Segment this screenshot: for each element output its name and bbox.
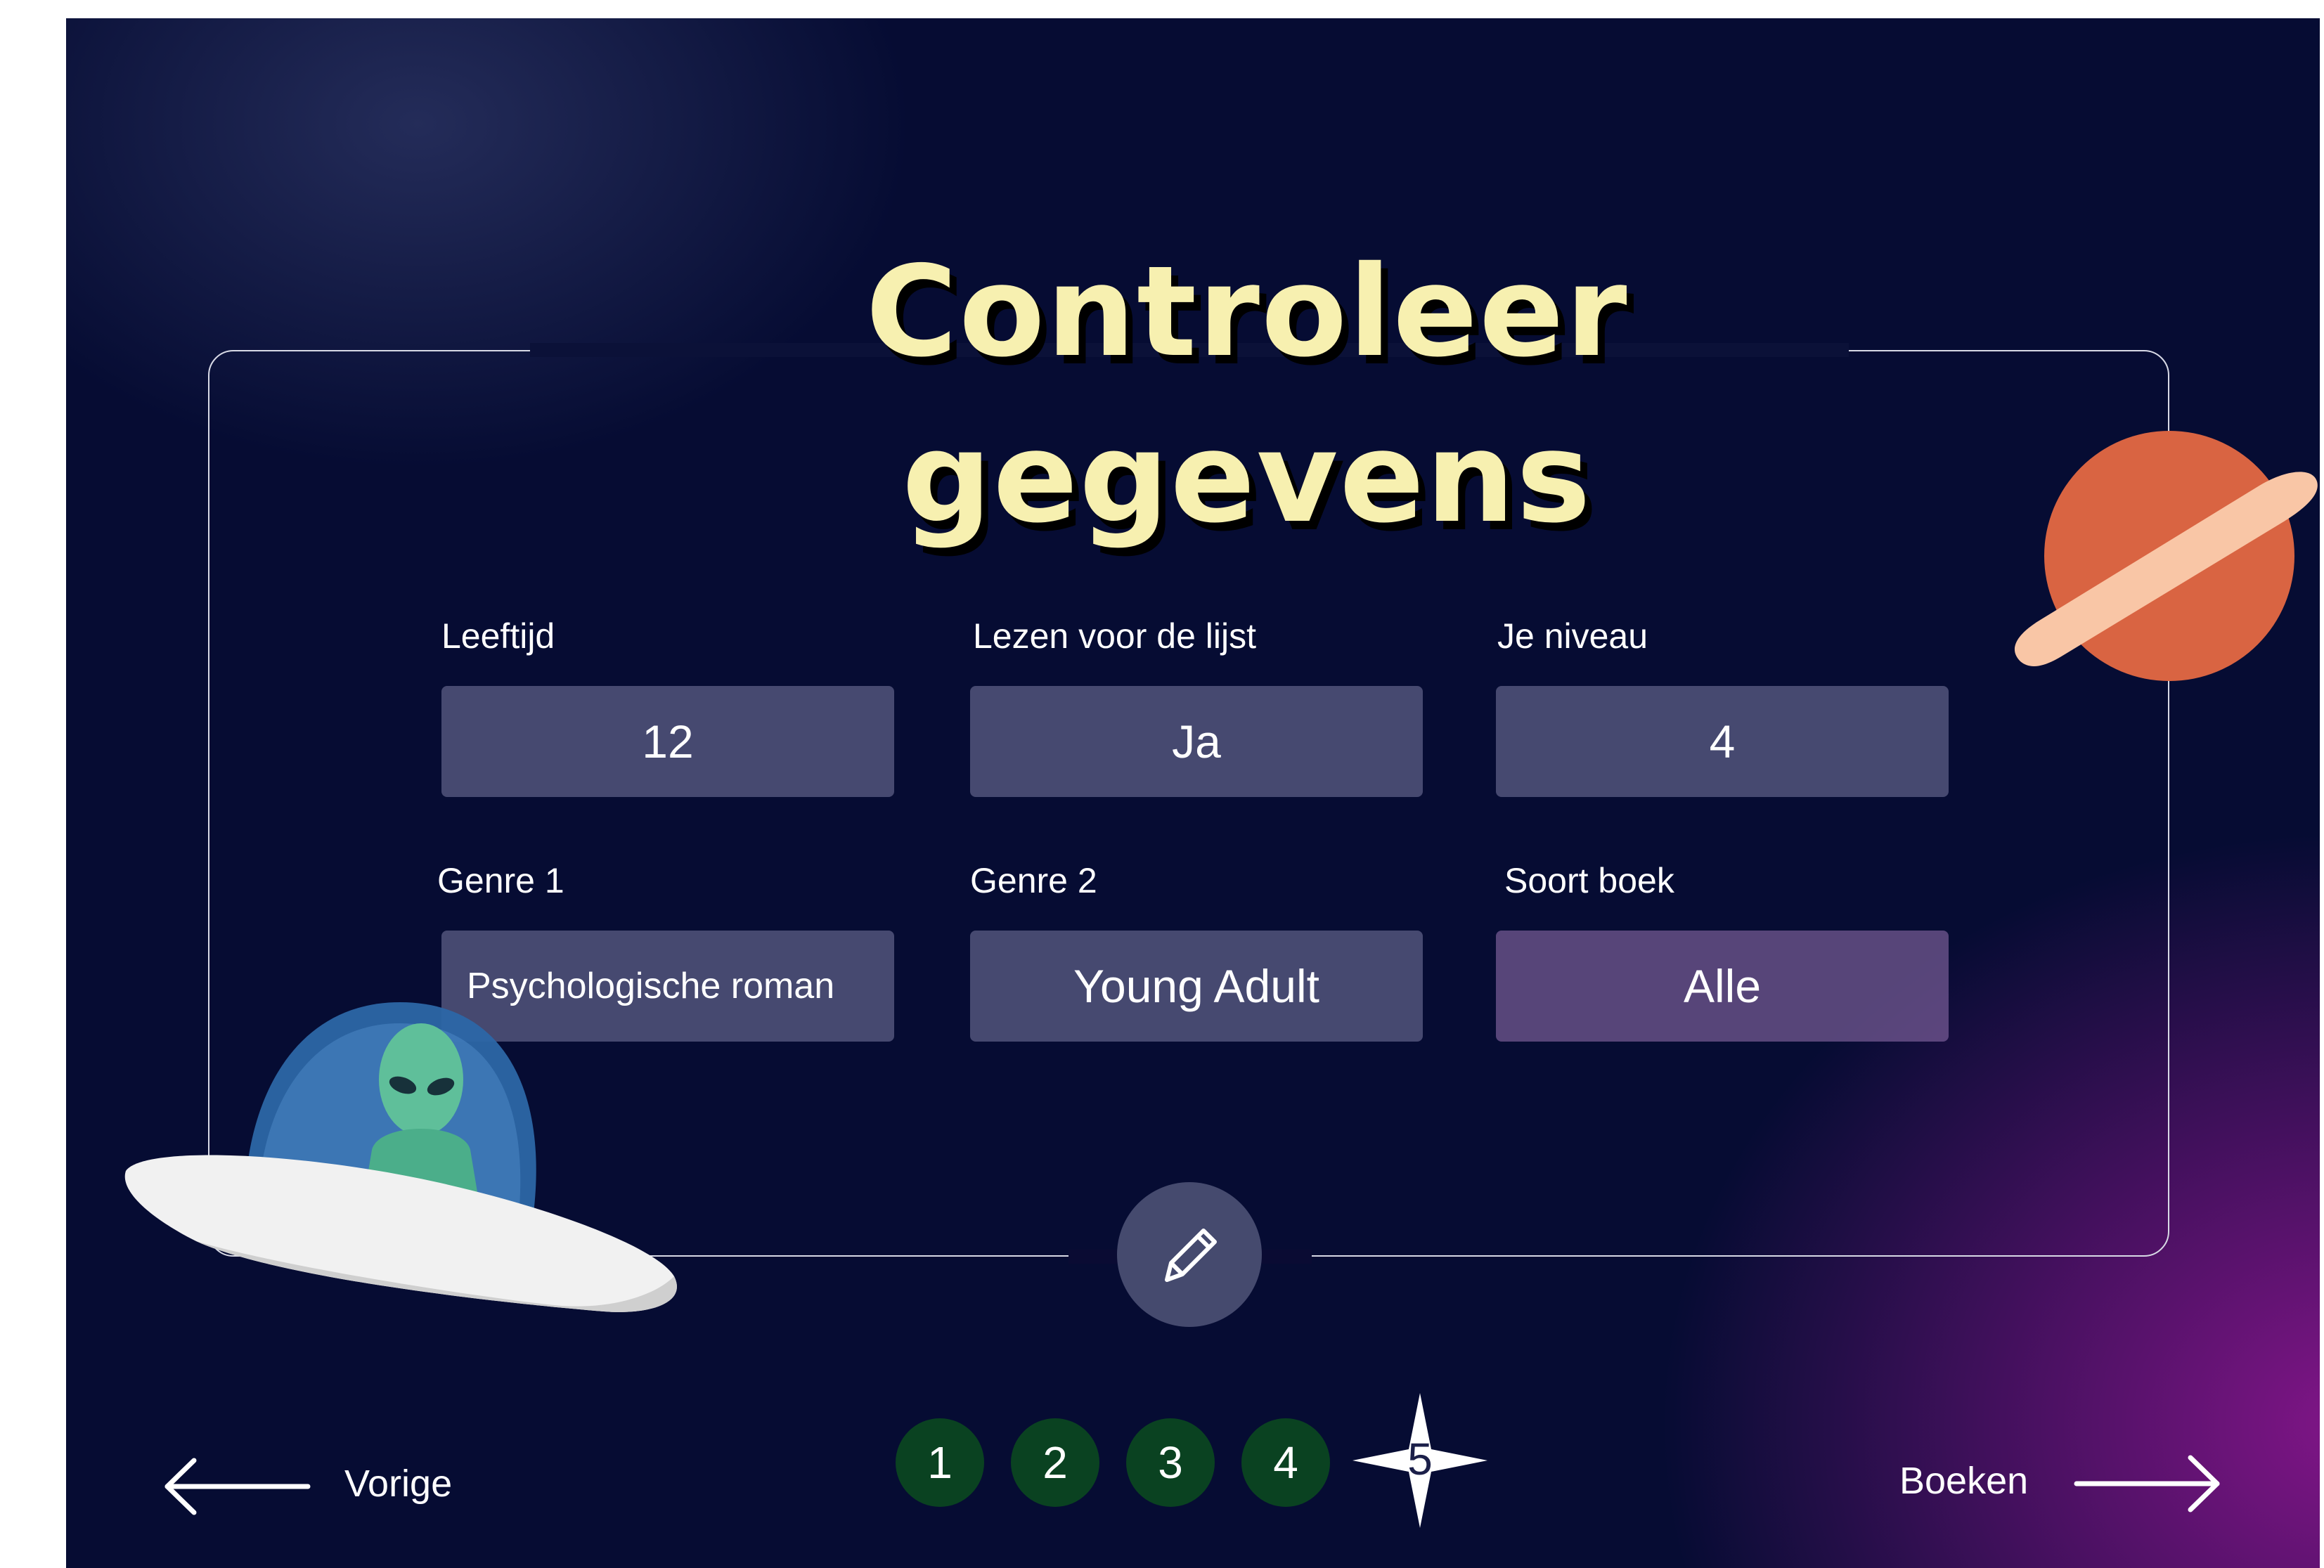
next-link[interactable]: Boeken bbox=[1899, 1459, 2028, 1503]
value-je-niveau: 4 bbox=[1496, 686, 1949, 797]
arrow-left-icon[interactable] bbox=[160, 1455, 315, 1518]
page-title-line-2: gegevens bbox=[902, 405, 1592, 550]
label-je-niveau: Je niveau bbox=[1497, 616, 1648, 656]
star-icon: 5 bbox=[1353, 1393, 1487, 1528]
label-soort-boek: Soort boek bbox=[1504, 861, 1674, 900]
prev-link[interactable]: Vorige bbox=[344, 1462, 452, 1505]
page-title-line-1: Controleer bbox=[865, 239, 1629, 384]
step-2[interactable]: 2 bbox=[1011, 1418, 1099, 1507]
arrow-right-icon[interactable] bbox=[2070, 1452, 2224, 1515]
ufo-alien-illustration bbox=[124, 1002, 677, 1312]
pencil-icon bbox=[1165, 1229, 1217, 1282]
app-canvas: Controleer gegevens Leeftijd 12 Lezen vo… bbox=[66, 18, 2320, 1568]
label-genre-2: Genre 2 bbox=[970, 861, 1097, 900]
value-soort-boek: Alle bbox=[1496, 931, 1949, 1042]
label-leeftijd: Leeftijd bbox=[441, 616, 555, 656]
edit-button[interactable] bbox=[1117, 1182, 1262, 1327]
step-5-label: 5 bbox=[1407, 1434, 1433, 1484]
label-lezen-voor-de-lijst: Lezen voor de lijst bbox=[973, 616, 1257, 656]
step-4[interactable]: 4 bbox=[1241, 1418, 1330, 1507]
step-1[interactable]: 1 bbox=[896, 1418, 984, 1507]
value-leeftijd: 12 bbox=[441, 686, 894, 797]
planet-illustration bbox=[2014, 431, 2318, 681]
page-title: Controleer gegevens bbox=[558, 229, 1936, 561]
step-3[interactable]: 3 bbox=[1126, 1418, 1215, 1507]
value-lezen-voor-de-lijst: Ja bbox=[970, 686, 1423, 797]
value-genre-2: Young Adult bbox=[970, 931, 1423, 1042]
label-genre-1: Genre 1 bbox=[437, 861, 564, 900]
step-5-current[interactable]: 5 bbox=[1350, 1390, 1490, 1531]
